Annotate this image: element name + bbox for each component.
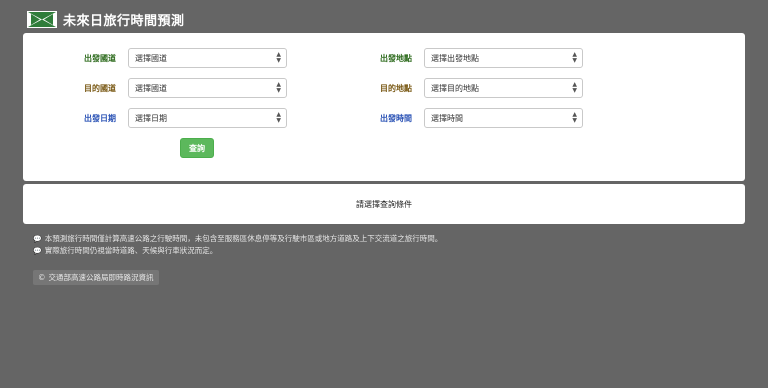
departure-road-row: 出發國道 選擇國道 ▲ ▼ <box>78 48 287 68</box>
destination-road-value: 選擇國道 <box>135 83 167 93</box>
copyright-icon: © <box>38 273 46 282</box>
departure-date-label: 出發日期 <box>84 113 116 123</box>
note-text: 實際旅行時間仍視當時道路、天候與行車狀況而定。 <box>44 246 218 255</box>
page-title: 未來日旅行時間預測 <box>63 13 185 29</box>
note-item: 💬 實際旅行時間仍視當時道路、天候與行車狀況而定。 <box>33 245 442 257</box>
select-arrows-icon: ▲ ▼ <box>572 81 577 94</box>
select-arrows-icon: ▲ ▼ <box>572 111 577 124</box>
departure-time-select[interactable]: 選擇時間 ▲ ▼ <box>424 108 583 128</box>
destination-place-row: 目的地點 選擇目的地點 ▲ ▼ <box>374 78 583 98</box>
departure-time-row: 出發時間 選擇時間 ▲ ▼ <box>374 108 583 128</box>
departure-date-row: 出發日期 選擇日期 ▲ ▼ <box>78 108 287 128</box>
departure-date-value: 選擇日期 <box>135 113 167 123</box>
copyright-text: 交通部高速公路局即時路況資訊 <box>48 273 154 282</box>
destination-place-value: 選擇目的地點 <box>431 83 479 93</box>
select-arrows-icon: ▲ ▼ <box>572 51 577 64</box>
departure-time-label: 出發時間 <box>380 113 412 123</box>
departure-road-select[interactable]: 選擇國道 ▲ ▼ <box>128 48 287 68</box>
comment-icon: 💬 <box>33 247 42 255</box>
destination-place-label: 目的地點 <box>380 83 412 93</box>
departure-date-select[interactable]: 選擇日期 ▲ ▼ <box>128 108 287 128</box>
select-arrows-icon: ▲ ▼ <box>276 111 281 124</box>
query-form-panel: 出發國道 選擇國道 ▲ ▼ 出發地點 選擇出發地點 ▲ ▼ 目的國道 選擇國道 ▲ ▼… <box>23 33 745 181</box>
departure-road-label: 出發國道 <box>84 53 116 63</box>
departure-time-value: 選擇時間 <box>431 113 463 123</box>
result-panel: 請選擇查詢條件 <box>23 184 745 224</box>
copyright-badge[interactable]: © 交通部高速公路局即時路況資訊 <box>33 270 159 285</box>
note-text: 本預測旅行時間僅計算高速公路之行駛時間，未包含至服務區休息停等及行駛市區或地方道… <box>44 234 443 243</box>
departure-place-select[interactable]: 選擇出發地點 ▲ ▼ <box>424 48 583 68</box>
select-arrows-icon: ▲ ▼ <box>276 51 281 64</box>
query-button[interactable]: 查詢 <box>180 138 214 158</box>
departure-place-label: 出發地點 <box>380 53 412 63</box>
destination-road-label: 目的國道 <box>84 83 116 93</box>
destination-place-select[interactable]: 選擇目的地點 ▲ ▼ <box>424 78 583 98</box>
flag-logo-icon <box>27 10 57 28</box>
page-header: 未來日旅行時間預測 <box>27 9 185 29</box>
departure-place-row: 出發地點 選擇出發地點 ▲ ▼ <box>374 48 583 68</box>
comment-icon: 💬 <box>33 235 42 243</box>
select-arrows-icon: ▲ ▼ <box>276 81 281 94</box>
result-message: 請選擇查詢條件 <box>356 199 412 209</box>
destination-road-select[interactable]: 選擇國道 ▲ ▼ <box>128 78 287 98</box>
departure-place-value: 選擇出發地點 <box>431 53 479 63</box>
notes-list: 💬 本預測旅行時間僅計算高速公路之行駛時間，未包含至服務區休息停等及行駛市區或地… <box>33 233 442 257</box>
note-item: 💬 本預測旅行時間僅計算高速公路之行駛時間，未包含至服務區休息停等及行駛市區或地… <box>33 233 442 245</box>
destination-road-row: 目的國道 選擇國道 ▲ ▼ <box>78 78 287 98</box>
departure-road-value: 選擇國道 <box>135 53 167 63</box>
